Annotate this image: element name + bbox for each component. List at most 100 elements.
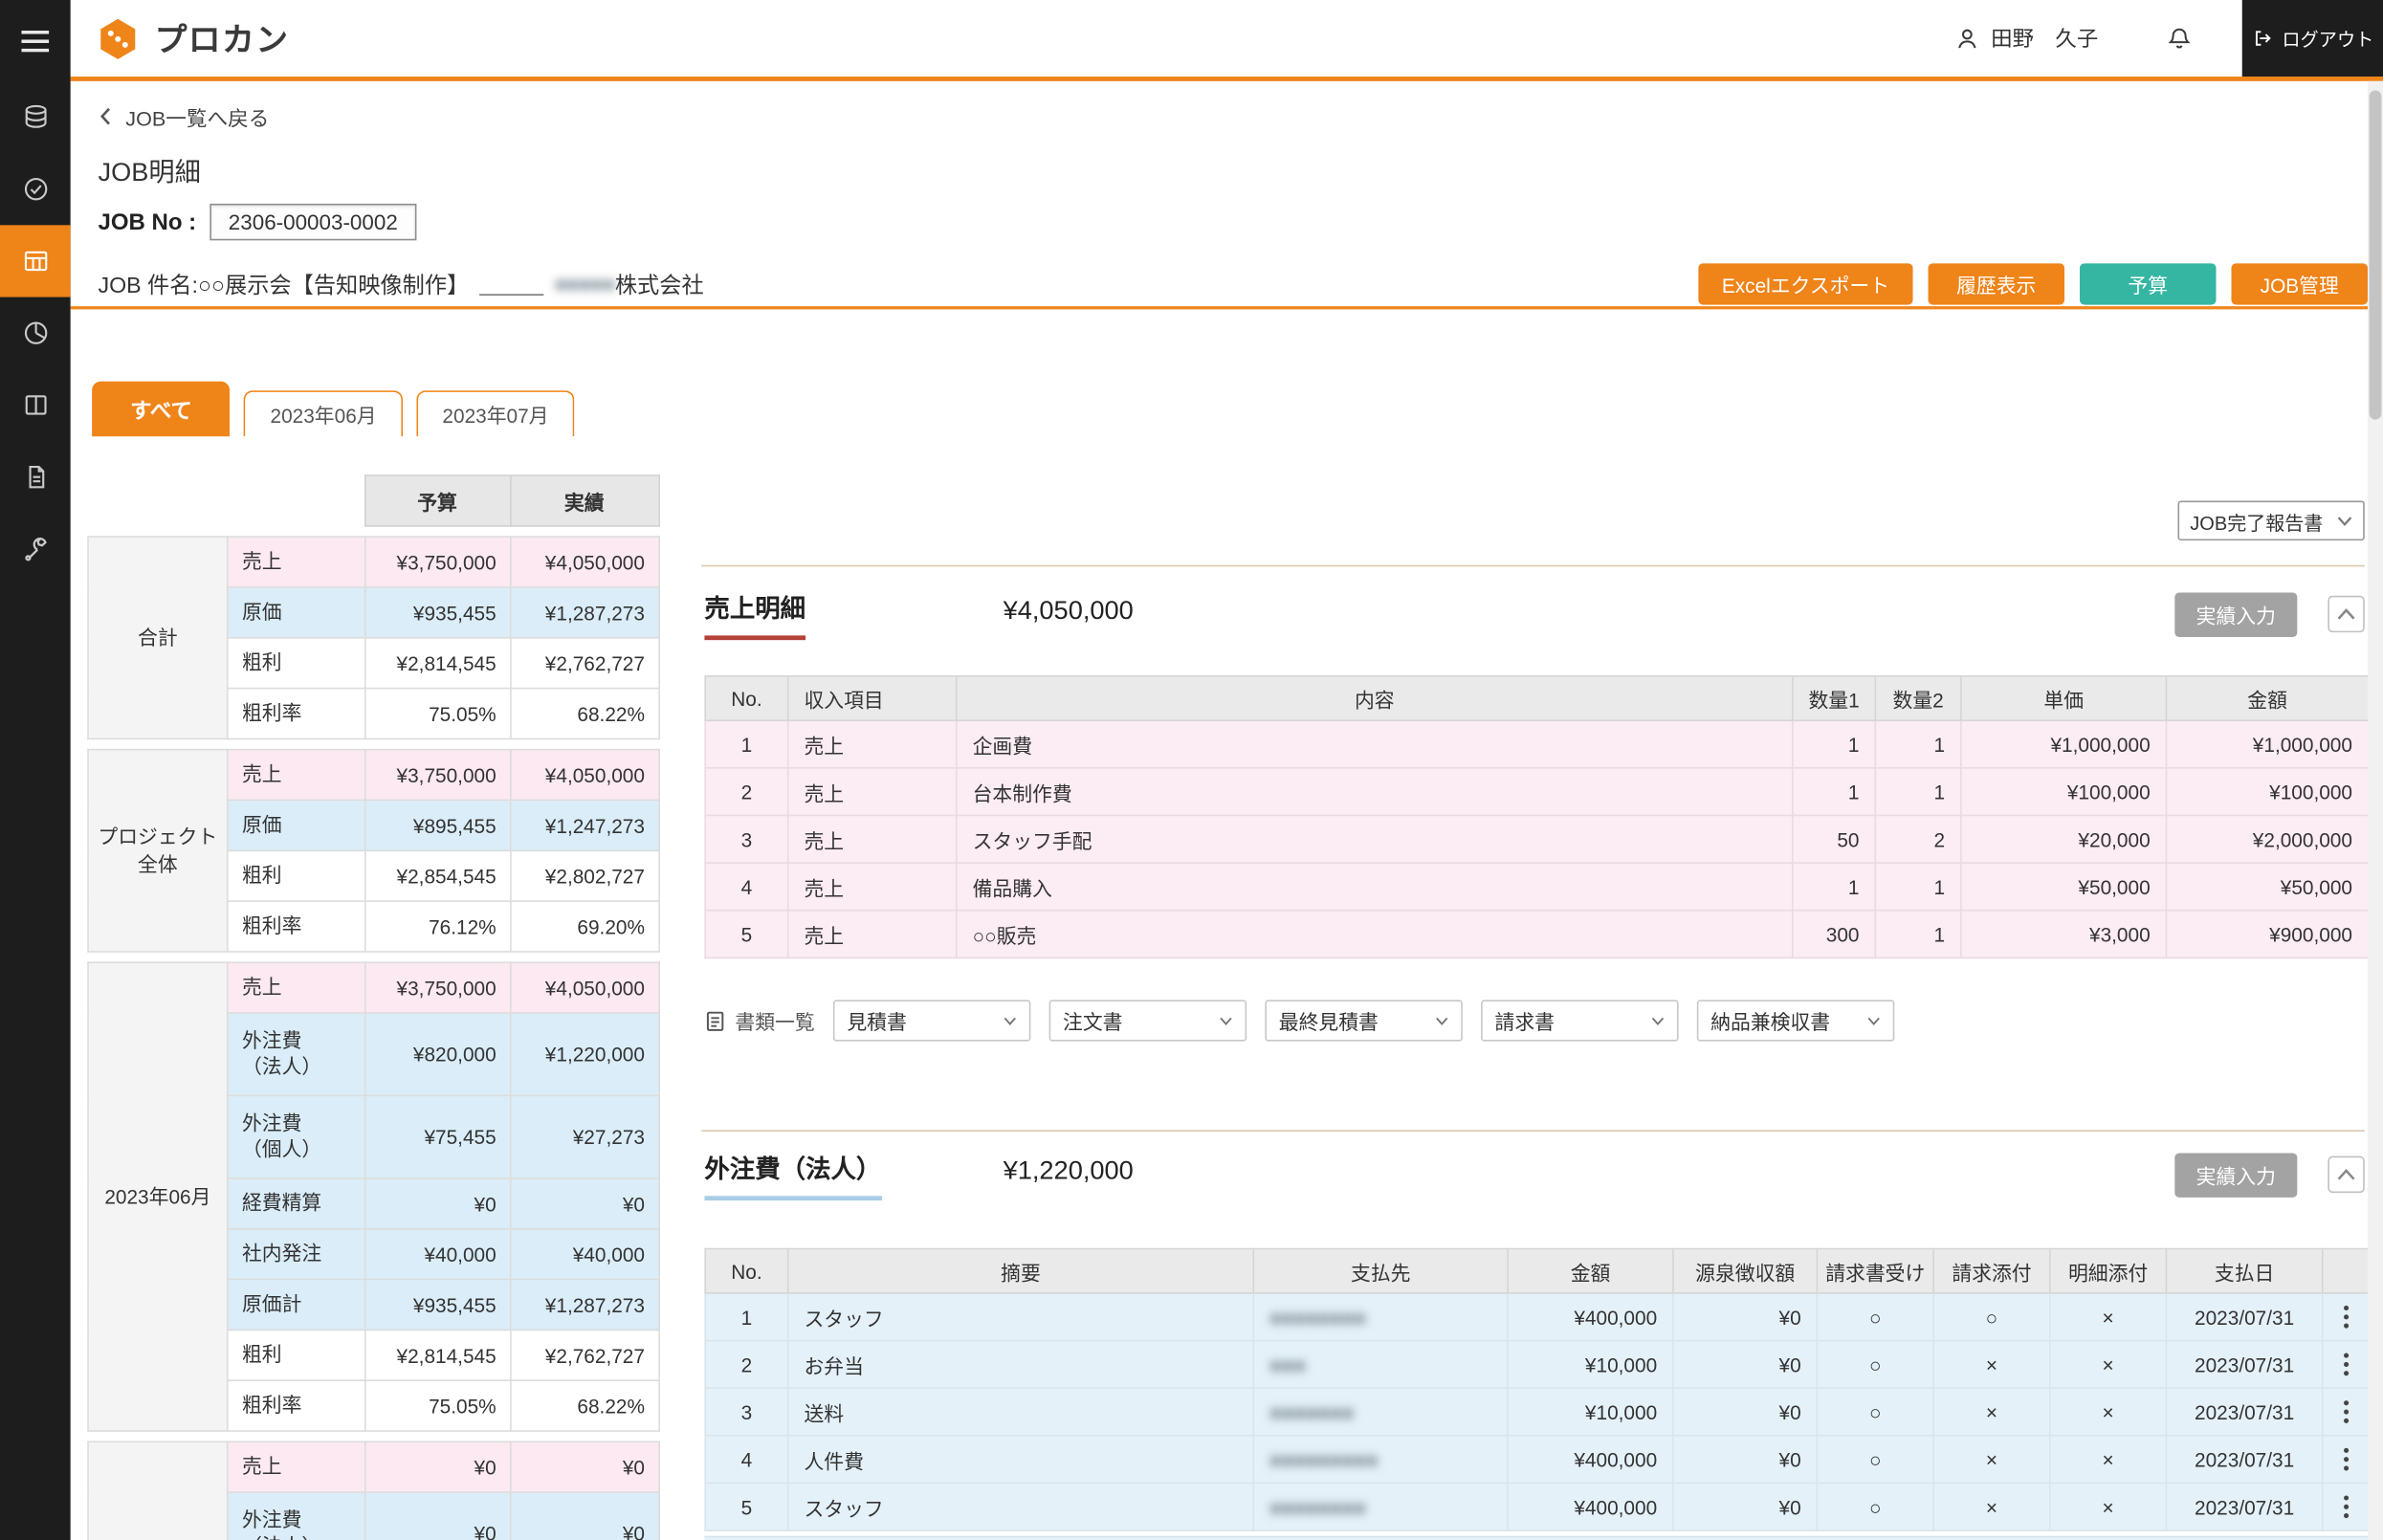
row-menu-button[interactable]: [2323, 1436, 2369, 1484]
chevron-up-icon: [2337, 1168, 2355, 1180]
budget-button[interactable]: 予算: [2080, 263, 2216, 304]
metric-name: 売上: [228, 962, 365, 1013]
estimate-select[interactable]: 見積書: [833, 1000, 1031, 1041]
metric-name: 外注費 （法人）: [228, 1492, 365, 1540]
row-menu-button[interactable]: [2323, 1483, 2369, 1530]
metric-actual: ¥1,287,273: [511, 1280, 659, 1331]
excel-export-button[interactable]: Excelエクスポート: [1698, 263, 1912, 304]
sidebar-item-database[interactable]: [0, 81, 71, 153]
report-columns-icon: [21, 390, 50, 419]
sales-collapse-button[interactable]: [2328, 596, 2364, 632]
outsourcing-table-header-row: No.摘要支払先金額源泉徴収額請求書受け請求添付明細添付支払日: [705, 1249, 2369, 1293]
invoice-select[interactable]: 請求書: [1481, 1000, 1679, 1041]
metric-name: 経費精算: [228, 1178, 365, 1229]
metric-budget: 75.05%: [365, 689, 511, 739]
sidebar-item-document[interactable]: [0, 441, 71, 513]
payee-blurred: ■■■■■■■■: [1269, 1495, 1366, 1518]
sidebar-item-tasks[interactable]: [0, 153, 71, 225]
sales-total-amount: ¥4,050,000: [1004, 596, 1134, 627]
metric-actual: ¥2,762,727: [511, 638, 659, 689]
metric-name: 粗利率: [228, 689, 365, 739]
metric-name: 粗利: [228, 1330, 365, 1380]
summary-panel: 予算 実績 合計 売上¥3,750,000¥4,050,000 原価¥935,4…: [87, 474, 661, 1540]
orange-divider: [71, 306, 2383, 309]
summary-section-next: 売上¥0¥0 外注費 （法人）¥0¥0: [87, 1441, 660, 1540]
metric-actual: ¥0: [511, 1441, 659, 1492]
database-icon: [21, 102, 50, 131]
metric-budget: ¥935,455: [365, 1280, 511, 1331]
row-menu-button[interactable]: [2323, 1388, 2369, 1436]
order-select[interactable]: 注文書: [1049, 1000, 1247, 1041]
metric-actual: ¥2,802,727: [511, 850, 659, 901]
row-menu-button[interactable]: [2323, 1293, 2369, 1341]
metric-actual: ¥1,287,273: [511, 587, 659, 638]
sales-section-header: 売上明細 ¥4,050,000 実績入力: [704, 583, 2364, 645]
tab-all[interactable]: すべて: [92, 382, 231, 437]
sales-actual-input-button[interactable]: 実績入力: [2174, 592, 2297, 636]
page-title: JOB明細: [98, 150, 200, 188]
metric-name: 粗利率: [228, 1380, 365, 1431]
delivery-acceptance-select[interactable]: 納品兼検収書: [1697, 1000, 1895, 1041]
kebab-column-header: [2323, 1249, 2369, 1293]
logout-button[interactable]: ログアウト: [2242, 0, 2383, 77]
metric-actual: ¥1,247,273: [511, 800, 659, 850]
sidebar-item-settings[interactable]: [0, 513, 71, 584]
app-logo[interactable]: プロカン: [95, 15, 289, 61]
metric-actual: 68.22%: [511, 1380, 659, 1431]
sidebar-item-analytics[interactable]: [0, 297, 71, 369]
hamburger-menu-icon[interactable]: [0, 0, 71, 81]
summary-section-total: 合計 売上¥3,750,000¥4,050,000 原価¥935,455¥1,2…: [87, 536, 660, 739]
sidebar-item-job-list[interactable]: [0, 225, 71, 297]
outsourcing-collapse-button[interactable]: [2328, 1156, 2364, 1193]
logo-icon: [95, 16, 141, 60]
notifications-button[interactable]: [2166, 24, 2194, 53]
job-no-field[interactable]: 2306-00003-0002: [210, 204, 416, 240]
sales-row: 2売上台本制作費11¥100,000¥100,000: [705, 768, 2369, 816]
outsourcing-row: 3送料■■■■■■■¥10,000¥0○××2023/07/31: [705, 1388, 2369, 1436]
sales-table-header-row: No.収入項目内容数量1数量2単価金額: [705, 676, 2369, 720]
metric-actual: ¥27,273: [511, 1095, 659, 1177]
metric-name: 原価計: [228, 1280, 365, 1331]
client-name-suffix: 株式会社: [615, 268, 704, 300]
metric-name: 社内発注: [228, 1229, 365, 1280]
chevron-down-icon: [1651, 1016, 1665, 1025]
metric-actual: 68.22%: [511, 689, 659, 739]
metric-budget: 75.05%: [365, 1380, 511, 1431]
chevron-down-icon: [1435, 1016, 1448, 1025]
pie-chart-icon: [21, 319, 50, 347]
sales-row: 3売上スタッフ手配502¥20,000¥2,000,000: [705, 815, 2369, 863]
report-type-select[interactable]: JOB完了報告書: [2177, 500, 2364, 540]
section-divider: [701, 1130, 2365, 1132]
metric-budget: ¥40,000: [365, 1229, 511, 1280]
documents-label: 書類一覧: [735, 1006, 814, 1035]
chevron-up-icon: [2337, 608, 2355, 621]
logout-label: ログアウト: [2282, 25, 2373, 51]
kebab-icon: [2343, 1447, 2349, 1472]
job-manage-button[interactable]: JOB管理: [2232, 263, 2368, 304]
chevron-down-icon: [1867, 1016, 1881, 1025]
sidebar-item-report[interactable]: [0, 369, 71, 441]
scrollbar-thumb[interactable]: [2370, 90, 2382, 419]
section-divider: [701, 565, 2365, 567]
row-menu-button[interactable]: [2323, 1341, 2369, 1389]
final-estimate-select[interactable]: 最終見積書: [1265, 1000, 1463, 1041]
summary-section-label: 2023年06月: [88, 962, 228, 1431]
metric-name: 外注費 （個人）: [228, 1095, 365, 1177]
bell-icon: [2166, 24, 2194, 53]
user-menu[interactable]: 田野 久子: [1954, 23, 2098, 54]
history-button[interactable]: 履歴表示: [1929, 263, 2064, 304]
wrench-icon: [21, 535, 50, 563]
outsourcing-actual-input-button[interactable]: 実績入力: [2174, 1153, 2297, 1197]
metric-budget: ¥0: [365, 1178, 511, 1229]
vertical-scrollbar[interactable]: [2368, 81, 2383, 1540]
back-to-job-list-link[interactable]: JOB一覧へ戻る: [98, 101, 269, 132]
tab-2023-07[interactable]: 2023年07月: [416, 390, 575, 436]
summary-section-label: プロジェクト全体: [88, 750, 228, 952]
documents-list-button[interactable]: 書類一覧: [704, 1006, 814, 1035]
tab-2023-06[interactable]: 2023年06月: [244, 390, 403, 436]
metric-name: 売上: [228, 750, 365, 801]
documents-icon: [704, 1008, 725, 1033]
user-icon: [1954, 25, 1980, 51]
chevron-down-icon: [1004, 1016, 1017, 1025]
outsourcing-section-title: 外注費（法人）: [704, 1149, 881, 1200]
